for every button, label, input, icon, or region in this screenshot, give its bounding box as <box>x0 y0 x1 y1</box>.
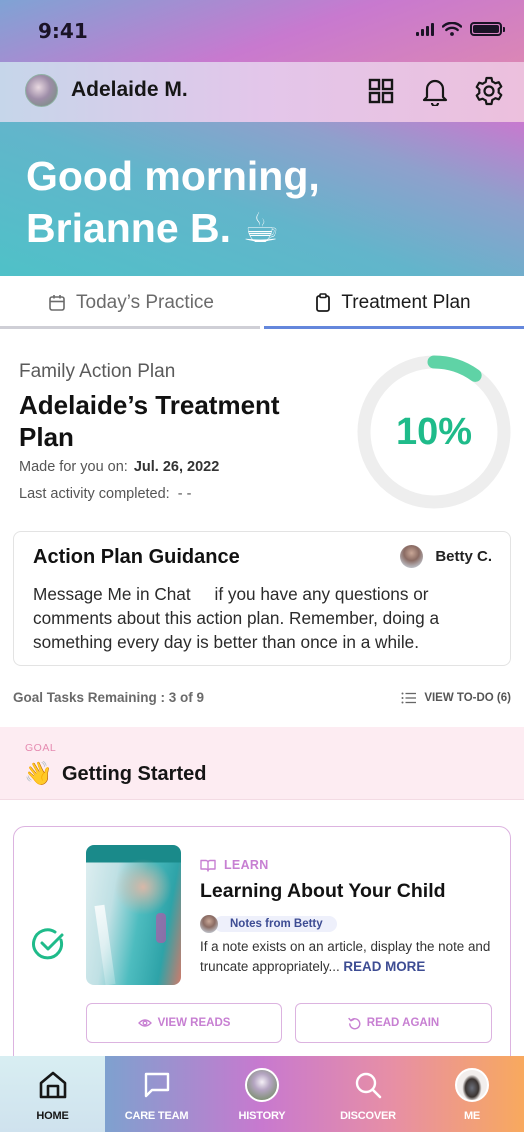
plan-title: Adelaide’s Treatment Plan <box>19 390 280 452</box>
view-todo-button[interactable]: VIEW TO-DO (6) <box>401 692 511 704</box>
betty-avatar <box>400 545 424 568</box>
read-again-button[interactable]: READ AGAIN <box>295 1003 492 1043</box>
book-icon <box>200 859 216 872</box>
tab-todays-practice[interactable]: Today’s Practice <box>0 276 262 329</box>
nav-label: CARE TEAM <box>124 1110 189 1122</box>
progress-percent: 10% <box>395 410 473 453</box>
greeting-line-2: Brianne B. ☕ <box>26 205 280 251</box>
progress-ring: 10% <box>355 353 513 511</box>
tasks-remaining: Goal Tasks Remaining : 3 of 9 <box>13 690 205 705</box>
nav-label: HISTORY <box>238 1110 286 1122</box>
history-avatar <box>245 1068 279 1102</box>
notifications-button[interactable] <box>418 74 452 108</box>
notes-pill: Notes from Betty <box>214 916 337 932</box>
bottom-navigation: HOME CARE TEAM HISTORY DISCOVER ME <box>0 1056 524 1132</box>
nav-care-team[interactable]: CARE TEAM <box>105 1056 208 1132</box>
view-todo-label: VIEW TO-DO (6) <box>424 691 511 704</box>
nav-label: ME <box>463 1110 481 1122</box>
tasks-row: Goal Tasks Remaining : 3 of 9 VIEW TO-DO… <box>13 690 511 705</box>
list-icon <box>401 692 417 703</box>
plan-subtitle: Family Action Plan <box>19 361 176 382</box>
view-reads-label: VIEW READS <box>157 1017 231 1029</box>
guidance-card: Action Plan Guidance Betty C. Message Me… <box>13 531 511 666</box>
nav-label: DISCOVER <box>340 1110 396 1122</box>
greeting-text: Good morning, Brianne B. ☕ <box>26 150 320 254</box>
completed-check-icon <box>32 928 64 960</box>
notes-row: Notes from Betty <box>200 915 337 933</box>
waving-hand-icon: 👋 <box>24 760 53 786</box>
learn-label: LEARN <box>224 858 269 872</box>
replay-icon <box>348 1017 361 1029</box>
tab-label: Treatment Plan <box>341 291 471 313</box>
tab-treatment-plan[interactable]: Treatment Plan <box>262 276 524 329</box>
status-time: 9:41 <box>38 19 88 43</box>
made-for-date: Jul. 26, 2022 <box>133 459 220 475</box>
read-again-label: READ AGAIN <box>366 1017 440 1029</box>
nav-discover[interactable]: DISCOVER <box>316 1056 420 1132</box>
nav-home[interactable]: HOME <box>0 1056 105 1132</box>
guidance-author[interactable]: Betty C. <box>400 545 492 568</box>
grid-button[interactable] <box>364 74 398 108</box>
calendar-icon <box>49 294 65 311</box>
guidance-title: Action Plan Guidance <box>33 546 240 568</box>
last-activity-value: - - <box>177 486 192 502</box>
guidance-body: Message Me in Chat if you have any quest… <box>33 584 440 652</box>
status-bar: 9:41 <box>0 0 524 62</box>
clipboard-icon <box>316 292 331 312</box>
betty-avatar <box>200 915 218 933</box>
read-more-link[interactable]: READ MORE <box>343 959 425 974</box>
home-icon <box>39 1071 66 1099</box>
made-for-label: Made for you on: <box>19 459 128 475</box>
bell-icon <box>422 79 448 106</box>
status-icons <box>416 22 505 36</box>
tab-label: Today’s Practice <box>76 291 214 313</box>
search-icon <box>355 1072 382 1099</box>
learn-tag: LEARN <box>200 858 269 872</box>
gear-icon <box>475 76 503 106</box>
signal-icon <box>416 22 434 36</box>
author-name: Betty C. <box>435 548 492 565</box>
activity-thumbnail[interactable] <box>86 845 181 985</box>
plan-last-activity: Last activity completed: - - <box>19 486 191 502</box>
note-text: If a note exists on an article, display … <box>200 937 500 977</box>
eye-icon <box>137 1019 152 1027</box>
wifi-icon <box>442 22 462 36</box>
greeting-line-1: Good morning, <box>26 153 320 199</box>
goal-title: Getting Started <box>62 763 207 785</box>
nav-me[interactable]: ME <box>420 1056 524 1132</box>
goal-label: GOAL <box>25 742 57 754</box>
view-reads-button[interactable]: VIEW READS <box>86 1003 282 1043</box>
nav-history[interactable]: HISTORY <box>208 1056 316 1132</box>
me-avatar <box>455 1068 489 1102</box>
grid-icon <box>368 78 394 104</box>
battery-icon <box>470 22 505 36</box>
settings-button[interactable] <box>472 74 506 108</box>
chat-icon <box>144 1072 169 1098</box>
tab-bar: Today’s Practice Treatment Plan <box>0 276 524 329</box>
profile-avatar[interactable] <box>25 74 58 107</box>
profile-name[interactable]: Adelaide M. <box>71 78 188 102</box>
activity-title[interactable]: Learning About Your Child <box>200 880 446 903</box>
plan-made-for: Made for you on: Jul. 26, 2022 <box>19 459 219 475</box>
last-activity-label: Last activity completed: <box>19 486 170 502</box>
nav-label: HOME <box>36 1110 69 1122</box>
